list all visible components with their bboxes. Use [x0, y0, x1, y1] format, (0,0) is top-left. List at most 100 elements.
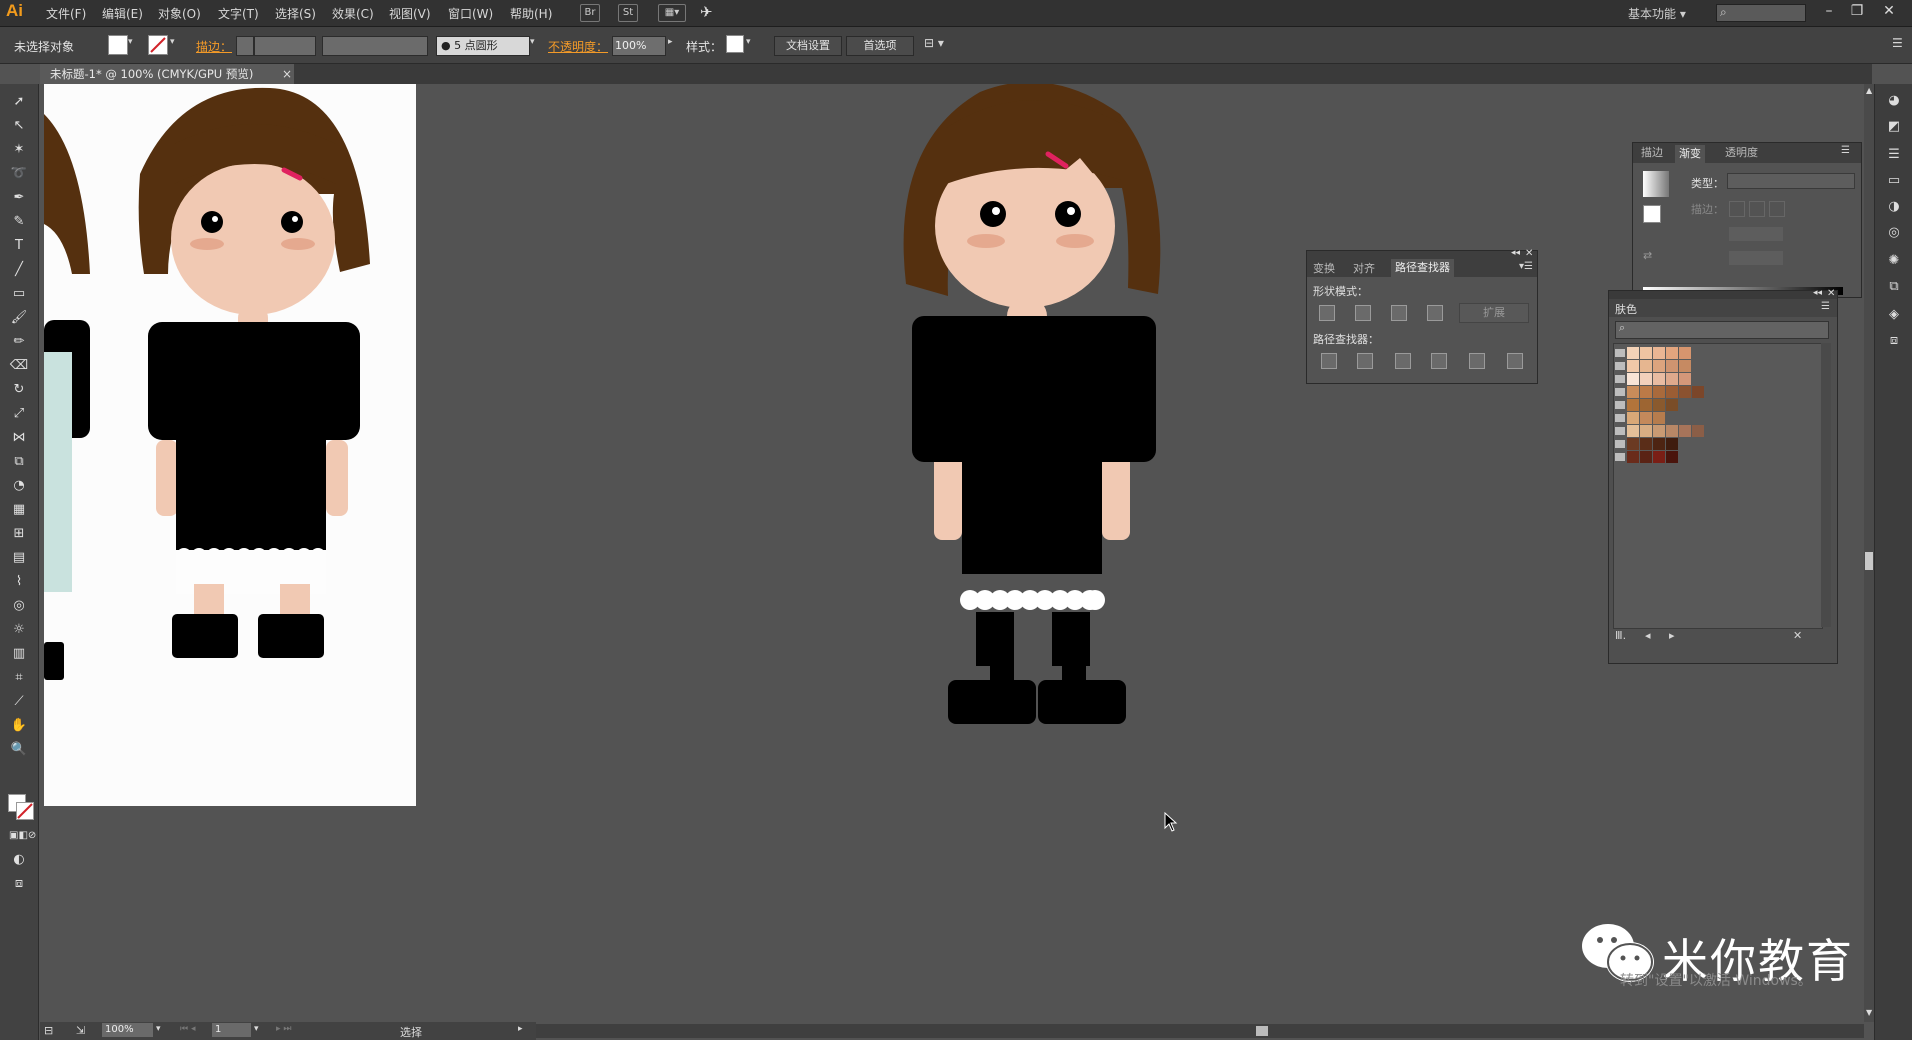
color-swatch[interactable] [1627, 451, 1639, 463]
screen-mode-icon[interactable]: ⧈ [9, 874, 29, 894]
tab-transform[interactable]: 变换 [1313, 261, 1335, 277]
color-swatch[interactable] [1627, 412, 1639, 424]
width-tool-icon[interactable]: ⋈ [9, 428, 29, 448]
color-swatch[interactable] [1653, 386, 1665, 398]
menu-select[interactable]: 选择(S) [275, 5, 316, 22]
hand-tool-icon[interactable]: ✋ [9, 716, 29, 736]
selection-tool-icon[interactable]: ➚ [9, 92, 29, 112]
artboards-panel-icon[interactable]: ⧈ [1885, 332, 1903, 350]
tab-pathfinder[interactable]: 路径查找器 [1391, 259, 1454, 277]
stroke-across-icon[interactable] [1769, 201, 1785, 217]
pathfinder-menu-icon[interactable]: ▾☰ [1519, 261, 1533, 272]
color-swatch[interactable] [1666, 451, 1678, 463]
eyedropper-icon[interactable]: ⌇ [9, 572, 29, 592]
color-swatch[interactable] [1653, 399, 1665, 411]
minus-front-icon[interactable] [1355, 305, 1371, 321]
last-artboard-icon[interactable]: ▸ ⏭ [276, 1024, 291, 1034]
align-options-icon[interactable]: ⊟ ▾ [924, 36, 944, 50]
color-swatch[interactable] [1627, 399, 1639, 411]
color-swatch[interactable] [1627, 360, 1639, 372]
color-swatch[interactable] [1640, 373, 1652, 385]
intersect-icon[interactable] [1391, 305, 1407, 321]
color-swatch[interactable] [1640, 451, 1652, 463]
line-tool-icon[interactable]: ╱ [9, 260, 29, 280]
expand-button[interactable]: 扩展 [1459, 303, 1529, 323]
color-swatch[interactable] [1679, 360, 1691, 372]
menu-object[interactable]: 对象(O) [158, 5, 201, 22]
gradient-type-select[interactable] [1727, 173, 1855, 189]
menu-type[interactable]: 文字(T) [218, 5, 259, 22]
rotate-tool-icon[interactable]: ↻ [9, 380, 29, 400]
swatch-group-folder-icon[interactable] [1615, 440, 1625, 448]
color-swatch[interactable] [1666, 360, 1678, 372]
vertical-scroll-thumb[interactable] [1865, 552, 1873, 570]
style-dropdown-icon[interactable]: ▾ [746, 37, 751, 47]
opacity-label[interactable]: 不透明度： [548, 38, 608, 55]
artboard-tool-icon[interactable]: ⌗ [9, 668, 29, 688]
gpu-rocket-icon[interactable]: ✈ [700, 3, 713, 21]
swatch-next-icon[interactable]: ▸ [1669, 629, 1675, 642]
workspace-switcher[interactable]: 基本功能 ▾ [1628, 5, 1686, 22]
color-swatch[interactable] [1627, 425, 1639, 437]
slice-tool-icon[interactable]: ⟋ [9, 692, 29, 712]
color-swatch[interactable] [1653, 360, 1665, 372]
menu-view[interactable]: 视图(V) [389, 5, 431, 22]
close-tab-icon[interactable]: × [282, 64, 294, 84]
color-swatch[interactable] [1640, 399, 1652, 411]
outline-icon[interactable] [1469, 353, 1485, 369]
menu-edit[interactable]: 编辑(E) [102, 5, 143, 22]
tab-align[interactable]: 对齐 [1353, 261, 1375, 277]
color-mode-icons[interactable]: ▣◧⊘ [9, 826, 36, 846]
graphic-styles-icon[interactable]: ◎ [1885, 224, 1903, 242]
color-swatch[interactable] [1627, 347, 1639, 359]
color-swatch[interactable] [1666, 425, 1678, 437]
swatches-panel-grip[interactable] [1609, 291, 1837, 299]
brush-definition[interactable]: ● 5 点圆形 [436, 36, 530, 56]
perspective-grid-icon[interactable]: ▦ [9, 500, 29, 520]
artboard-dropdown-icon[interactable]: ▾ [254, 1024, 259, 1034]
scale-tool-icon[interactable]: ⤢ [9, 404, 29, 424]
layers-panel-icon[interactable]: ◈ [1885, 306, 1903, 324]
brush-dropdown-icon[interactable]: ▾ [530, 37, 535, 47]
gradient-aspect-input[interactable] [1729, 251, 1783, 265]
color-swatch[interactable] [1653, 451, 1665, 463]
swatch-delete-icon[interactable]: ✕ [1793, 629, 1802, 642]
divide-icon[interactable] [1321, 353, 1337, 369]
swatches-scrollbar[interactable] [1821, 343, 1831, 627]
zoom-tool-icon[interactable]: 🔍 [9, 740, 29, 760]
close-panel-icon[interactable]: ✕ [1525, 248, 1533, 259]
menu-effect[interactable]: 效果(C) [332, 5, 374, 22]
stroke-within-icon[interactable] [1729, 201, 1745, 217]
color-swatch[interactable] [1640, 412, 1652, 424]
swatch-group-folder-icon[interactable] [1615, 414, 1625, 422]
rectangle-tool-icon[interactable]: ▭ [9, 284, 29, 304]
close-window-button[interactable]: ✕ [1878, 2, 1900, 20]
swatches-panel-icon[interactable]: ☰ [1885, 146, 1903, 164]
stroke-weight-input[interactable] [254, 36, 316, 56]
arrange-documents-icon[interactable]: ▦▾ [658, 4, 686, 22]
gradient-angle-input[interactable] [1729, 227, 1783, 241]
free-transform-icon[interactable]: ⧉ [9, 452, 29, 472]
color-swatch[interactable] [1679, 425, 1691, 437]
color-swatch[interactable] [1627, 373, 1639, 385]
swatches-search-input[interactable]: ⌕ [1615, 321, 1829, 339]
color-swatch[interactable] [1679, 386, 1691, 398]
brushes-panel-icon[interactable]: ⧉ [1885, 278, 1903, 296]
symbols-panel-icon[interactable]: ✺ [1885, 252, 1903, 270]
swatches-collapse-icon[interactable]: ◂◂ [1813, 288, 1822, 298]
color-swatch[interactable] [1640, 347, 1652, 359]
minimize-button[interactable]: – [1818, 2, 1840, 20]
crop-icon[interactable] [1431, 353, 1447, 369]
opacity-input[interactable]: 100% [612, 36, 666, 56]
eraser-icon[interactable]: ⌫ [9, 356, 29, 376]
horizontal-scrollbar[interactable] [536, 1024, 1864, 1038]
stroke-label[interactable]: 描边： [196, 38, 232, 55]
color-swatch[interactable] [1627, 438, 1639, 450]
color-swatch[interactable] [1692, 425, 1704, 437]
graphic-style-swatch[interactable] [726, 35, 744, 53]
blend-tool-icon[interactable]: ◎ [9, 596, 29, 616]
document-tab[interactable]: 未标题-1* @ 100% (CMYK/GPU 预览) [40, 64, 294, 84]
canvas-figure[interactable] [890, 84, 1190, 734]
color-swatch[interactable] [1640, 386, 1652, 398]
type-tool-icon[interactable]: T [9, 236, 29, 256]
